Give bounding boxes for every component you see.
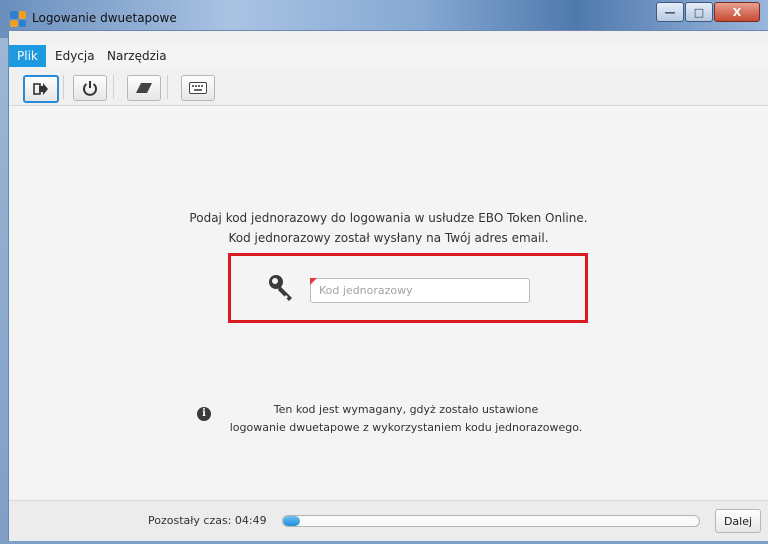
app-icon xyxy=(10,11,26,27)
menu-narzedzia[interactable]: Narzędzia xyxy=(99,45,175,67)
instruction-line-1: Podaj kod jednorazowy do logowania w usł… xyxy=(189,211,588,225)
login-button[interactable] xyxy=(23,75,59,103)
menu-edycja[interactable]: Edycja xyxy=(47,45,103,67)
application-window: Logowanie dwuetapowe — □ X Plik Edycja N… xyxy=(0,0,768,544)
toolbar-separator xyxy=(113,75,114,99)
minimize-button[interactable]: — xyxy=(656,2,684,22)
keyboard-icon xyxy=(189,82,207,94)
toolbar-separator xyxy=(167,75,168,99)
remaining-time-label: Pozostały czas: 04:49 xyxy=(148,514,267,527)
instruction-line-2: Kod jednorazowy został wysłany na Twój a… xyxy=(228,231,549,245)
window-title: Logowanie dwuetapowe xyxy=(32,11,177,25)
close-button[interactable]: X xyxy=(714,2,760,22)
one-time-code-input[interactable] xyxy=(310,278,530,303)
eraser-icon xyxy=(136,83,152,93)
toolbar-separator xyxy=(63,75,64,99)
login-arrow-icon xyxy=(33,83,48,95)
info-line-1: Ten kod jest wymagany, gdyż zostało usta… xyxy=(273,403,539,416)
logout-button[interactable] xyxy=(73,75,107,101)
power-icon xyxy=(83,81,97,96)
keyboard-button[interactable] xyxy=(181,75,215,101)
status-bar: Pozostały czas: 04:49 Dalej xyxy=(9,500,768,541)
toolbar xyxy=(9,69,768,106)
info-line-2: logowanie dwuetapowe z wykorzystaniem ko… xyxy=(229,421,583,434)
window-controls: — □ X xyxy=(655,2,760,22)
key-icon xyxy=(269,275,292,301)
progress-fill xyxy=(283,516,300,526)
instruction-text: Podaj kod jednorazowy do logowania w usł… xyxy=(9,208,768,248)
window-client-area: Plik Edycja Narzędzia Podaj kod jednoraz… xyxy=(8,30,768,541)
next-button[interactable]: Dalej xyxy=(715,509,761,533)
clear-button[interactable] xyxy=(127,75,161,101)
main-content: Podaj kod jednorazowy do logowania w usł… xyxy=(9,106,768,499)
info-text: Ten kod jest wymagany, gdyż zostało usta… xyxy=(211,401,601,437)
remaining-time-progress xyxy=(282,515,700,527)
menu-plik[interactable]: Plik xyxy=(9,45,46,67)
maximize-button[interactable]: □ xyxy=(685,2,713,22)
info-icon: i xyxy=(197,407,211,421)
menu-bar: Plik Edycja Narzędzia xyxy=(9,45,768,67)
